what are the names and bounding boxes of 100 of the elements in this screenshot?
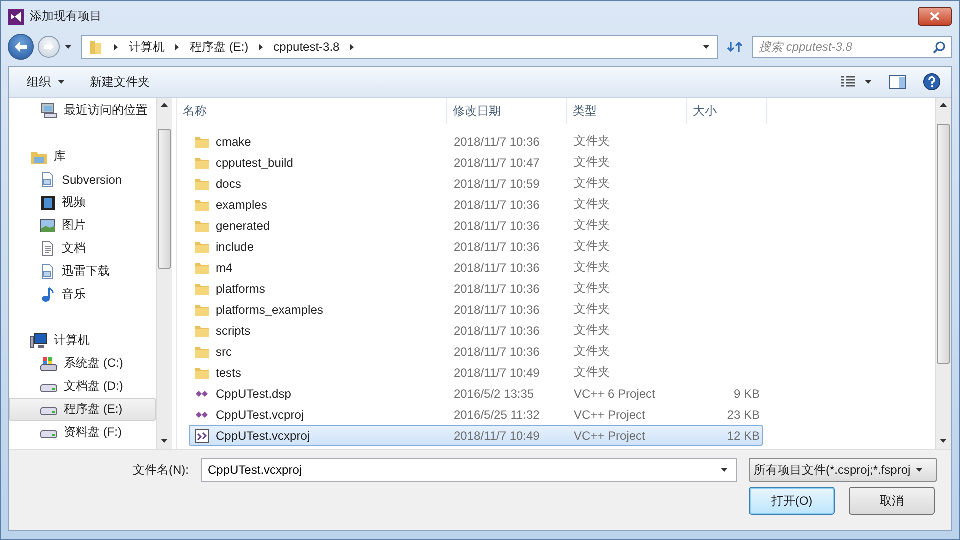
column-header[interactable]: 修改日期 — [447, 98, 567, 124]
file-name: src — [216, 344, 232, 358]
scrollbar[interactable] — [935, 98, 951, 449]
file-row[interactable]: CppUTest.dsp 2016/5/2 13:35 VC++ 6 Project 9 KB — [189, 383, 763, 404]
recent-places-icon — [40, 102, 58, 118]
file-name: docs — [216, 176, 242, 190]
document-icon — [40, 172, 56, 188]
table-cell-text: 2018/11/7 10:49 — [453, 366, 541, 380]
toolbar-button[interactable]: 组织 — [19, 70, 74, 94]
sidebar-item[interactable]: 迅雷下载 — [9, 260, 156, 283]
video-icon — [40, 194, 56, 210]
document-icon — [40, 264, 56, 280]
sidebar-item[interactable]: Subversion — [9, 168, 156, 191]
file-name: generated — [216, 218, 270, 232]
file-row[interactable]: src 2018/11/7 10:36 文件夹 — [189, 341, 763, 362]
sidebar-item[interactable]: 图片 — [9, 214, 156, 237]
close-button[interactable] — [918, 7, 952, 26]
scrollbar-thumb[interactable] — [937, 124, 950, 364]
table-cell-text: VC++ 6 Project — [573, 386, 656, 400]
file-name: platforms_examples — [216, 302, 324, 316]
file-row[interactable]: CppUTest.vcxproj 2018/11/7 10:49 VC++ Project 12 KB — [189, 425, 763, 446]
history-dropdown-icon — [64, 42, 73, 52]
file-name: CppUTest.vcproj — [216, 408, 304, 422]
file-row[interactable]: tests 2018/11/7 10:49 文件夹 — [189, 362, 763, 383]
sidebar-item[interactable]: 音乐 — [9, 283, 156, 306]
caret-icon — [864, 78, 873, 86]
sidebar-item[interactable]: 程序盘 (E:) — [9, 398, 156, 421]
sidebar-item[interactable]: 资料盘 (F:) — [9, 421, 156, 444]
table-cell-text: 文件夹 — [573, 133, 611, 150]
preview-pane-button[interactable] — [889, 74, 907, 90]
table-cell-text: 文件夹 — [573, 154, 611, 171]
file-name: m4 — [216, 260, 233, 274]
table-cell-text: 2016/5/25 11:32 — [453, 408, 541, 422]
file-row[interactable]: platforms_examples 2018/11/7 10:36 文件夹 — [189, 299, 763, 320]
sidebar-item[interactable]: 文档 — [9, 237, 156, 260]
table-cell-text: 2018/11/7 10:36 — [453, 218, 541, 232]
file-row[interactable]: platforms 2018/11/7 10:36 文件夹 — [189, 278, 763, 299]
back-button[interactable] — [8, 34, 34, 60]
sidebar-item[interactable]: 计算机 — [9, 329, 156, 352]
filename-label: 文件名(N): — [132, 462, 189, 478]
file-row[interactable]: m4 2018/11/7 10:36 文件夹 — [189, 257, 763, 278]
table-cell-text: 2018/11/7 10:36 — [453, 134, 541, 148]
table-cell-text: 文件夹 — [573, 259, 611, 276]
table-cell-text: 文件夹 — [573, 280, 611, 297]
back-arrow-icon — [14, 41, 28, 53]
column-header[interactable]: 类型 — [567, 98, 687, 124]
forward-button[interactable] — [38, 36, 60, 58]
breadcrumb[interactable]: cpputest-3.8 — [274, 40, 340, 54]
dialog-button[interactable]: 打开(O) — [749, 487, 835, 515]
table-cell-text: 12 KB — [726, 428, 761, 442]
refresh-icon — [727, 40, 743, 54]
sidebar-item[interactable]: 视频 — [9, 191, 156, 214]
file-row[interactable]: scripts 2018/11/7 10:36 文件夹 — [189, 320, 763, 341]
sidebar-item[interactable]: 库 — [9, 145, 156, 168]
search-icon — [933, 41, 946, 54]
scroll-up-icon — [160, 101, 169, 110]
file-name: examples — [216, 198, 268, 212]
file-row[interactable]: include 2018/11/7 10:36 文件夹 — [189, 236, 763, 257]
table-cell-text: 文件夹 — [573, 343, 611, 360]
text-document-icon — [40, 240, 56, 256]
table-cell-text: 文件夹 — [573, 301, 611, 318]
file-row[interactable]: cmake 2018/11/7 10:36 文件夹 — [189, 131, 763, 152]
breadcrumb[interactable]: 计算机 — [129, 38, 165, 56]
file-row[interactable]: CppUTest.vcproj 2016/5/25 11:32 VC++ Project 23 KB — [189, 404, 763, 425]
scrollbar-thumb[interactable] — [158, 128, 171, 268]
file-row[interactable]: generated 2018/11/7 10:36 文件夹 — [189, 215, 763, 236]
address-bar[interactable]: 计算机 程序盘 (E:) cpputest-3.8 — [81, 35, 718, 59]
toolbar-button[interactable]: 新建文件夹 — [82, 70, 158, 94]
window-title: 添加现有项目 — [30, 8, 102, 25]
column-header[interactable]: 大小 — [687, 98, 767, 124]
music-note-icon — [40, 286, 56, 302]
table-cell-text: 2018/11/7 10:36 — [453, 240, 541, 254]
table-cell-text: 2018/11/7 10:36 — [453, 324, 541, 338]
sidebar-item[interactable]: 最近访问的位置 — [9, 99, 156, 122]
scroll-up-icon — [939, 101, 948, 110]
help-button[interactable] — [923, 73, 941, 91]
file-row[interactable]: cpputest_build 2018/11/7 10:47 文件夹 — [189, 152, 763, 173]
table-cell-text: VC++ Project — [573, 428, 646, 442]
file-name: include — [216, 240, 254, 254]
breadcrumb[interactable]: 程序盘 (E:) — [190, 38, 249, 56]
table-cell-text: 2018/11/7 10:49 — [453, 428, 541, 442]
sidebar-item[interactable]: 文档盘 (D:) — [9, 375, 156, 398]
table-cell-text: 23 KB — [726, 408, 761, 422]
file-type-dropdown[interactable]: 所有项目文件(*.csproj;*.fsproj — [749, 458, 937, 482]
sidebar-item[interactable]: 系统盘 (C:) — [9, 352, 156, 375]
search-field[interactable]: 搜索 cpputest-3.8 — [752, 36, 952, 58]
file-row[interactable]: docs 2018/11/7 10:59 文件夹 — [189, 173, 763, 194]
view-options-button[interactable] — [840, 76, 873, 88]
file-row[interactable]: examples 2018/11/7 10:36 文件夹 — [189, 194, 763, 215]
column-header[interactable]: 名称 — [177, 98, 447, 124]
scrollbar[interactable] — [156, 98, 172, 449]
caret-icon — [57, 78, 66, 86]
filename-field[interactable]: CppUTest.vcxproj — [201, 458, 737, 482]
help-icon — [923, 73, 941, 91]
table-cell-text: 文件夹 — [573, 217, 611, 234]
file-name: CppUTest.vcxproj — [216, 428, 310, 442]
dialog-button[interactable]: 取消 — [849, 487, 935, 515]
forward-arrow-icon — [43, 42, 55, 52]
project-file-icon — [194, 428, 210, 444]
table-cell-text: 2018/11/7 10:36 — [453, 302, 541, 316]
